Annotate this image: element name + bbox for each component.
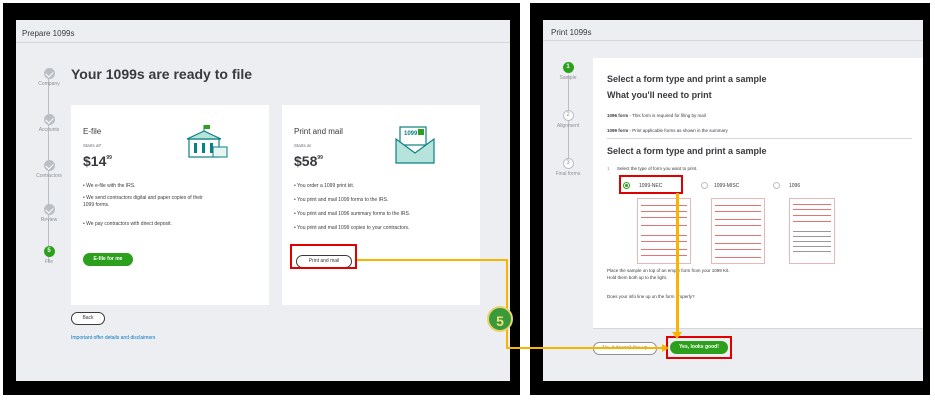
connector-down-arrow-shaft [676, 193, 679, 333]
divider [607, 138, 912, 139]
print-button-highlight [290, 244, 357, 269]
form-1096-thumbnail[interactable] [789, 198, 835, 264]
instruction-number: 1 [607, 166, 610, 171]
step-number-badge: 5 [43, 246, 55, 257]
check-icon [43, 114, 55, 125]
efile-bullet-3: • We pay contractors with direct deposit… [83, 221, 172, 227]
connector-horizontal-top [357, 259, 507, 261]
efile-bullet-1: • We e-file with the IRS. [83, 183, 136, 189]
print-price: $5899 [294, 153, 323, 169]
title-what-to-print: What you'll need to print [607, 90, 712, 100]
header-divider [543, 40, 923, 41]
print-bullet-1: • You order a 1099 print kit. [294, 183, 355, 189]
footer-divider [593, 328, 923, 329]
right-screenshot-panel: Print 1099s 1 Sample 2 Alignment 3 Final fo… [543, 20, 923, 381]
disclaimer-link[interactable]: Important offer details and disclaimers [71, 335, 155, 341]
print-mail-card: Print and mail Starts at $5899 • You ord… [282, 105, 480, 305]
step-file: 5 File [43, 246, 55, 265]
place-sample-text: Place the sample on top of an empty form… [607, 268, 730, 273]
efile-for-me-button[interactable]: E-file for me [83, 253, 133, 266]
right-header: Print 1099s [551, 28, 592, 37]
efile-price: $1499 [83, 153, 112, 169]
back-button[interactable]: Back [71, 312, 105, 325]
hold-light-text: Hold them both up to the light. [607, 275, 668, 280]
svg-text:1099: 1099 [404, 131, 418, 137]
print-bullet-2: • You print and mail 1099 forms to the I… [294, 197, 389, 203]
yes-button-highlight [666, 336, 732, 359]
efile-title: E-file [83, 127, 102, 136]
step-alignment: 2 Alignment [556, 110, 580, 129]
step-review: Review [29, 204, 69, 223]
print-title: Print and mail [294, 127, 343, 136]
left-header: Prepare 1099s [22, 29, 75, 38]
instruction-text: Select the type of form you want to prin… [617, 166, 698, 171]
print-bullet-3: • You print and mail 1096 summary forms … [294, 211, 411, 217]
connector-vertical [506, 259, 508, 349]
connector-arrowhead-right [662, 344, 669, 352]
print-starts-at: Starts at [294, 143, 311, 148]
step-final-forms: 3 Final forms [555, 158, 581, 177]
option-1099-misc[interactable]: 1099-MISC [714, 183, 739, 189]
radio-1096[interactable] [773, 182, 780, 189]
form-1099-nec-thumbnail[interactable] [637, 198, 691, 264]
step-accounts: Accounts [29, 114, 69, 133]
title-select-form: Select a form type and print a sample [607, 74, 767, 84]
efile-bullet-2: • We send contractors digital and paper … [83, 195, 203, 201]
left-screenshot-panel: Prepare 1099s Company Accounts Contracto… [16, 20, 510, 381]
check-icon [43, 160, 55, 171]
page-title: Your 1099s are ready to file [71, 66, 253, 82]
form-1099-misc-thumbnail[interactable] [711, 198, 765, 264]
step-contractors: Contractors [29, 160, 69, 179]
efile-bullet-2b: 1099 forms. [83, 202, 110, 208]
step-callout-badge: 5 [487, 306, 513, 332]
title-select-form-2: Select a form type and print a sample [607, 146, 767, 156]
efile-starts-at: Starts at* [83, 143, 102, 148]
check-icon [43, 68, 55, 79]
need-1099: 1099 form - Print applicable forms as sh… [607, 128, 728, 133]
check-icon [43, 204, 55, 215]
need-1096: 1096 form - This form is required for fi… [607, 113, 706, 118]
line-up-question: Does your info line up on the form prope… [607, 294, 695, 299]
print-bullet-4: • You print and mail 1099 copies to your… [294, 225, 410, 231]
connector-arrowhead-down [672, 332, 682, 339]
envelope-1099-icon: 1099 [395, 126, 435, 164]
connector-horizontal-bottom [506, 347, 666, 349]
option-1096[interactable]: 1096 [789, 183, 800, 189]
government-building-icon [186, 125, 228, 158]
header-divider [16, 42, 510, 43]
step-company: Company [29, 68, 69, 87]
radio-1099-misc[interactable] [701, 182, 708, 189]
step-sample: 1 Sample [559, 62, 577, 81]
option-1099-nec-highlight [619, 175, 683, 194]
efile-card: E-file Starts at* $1499 • We e-file with… [71, 105, 269, 305]
